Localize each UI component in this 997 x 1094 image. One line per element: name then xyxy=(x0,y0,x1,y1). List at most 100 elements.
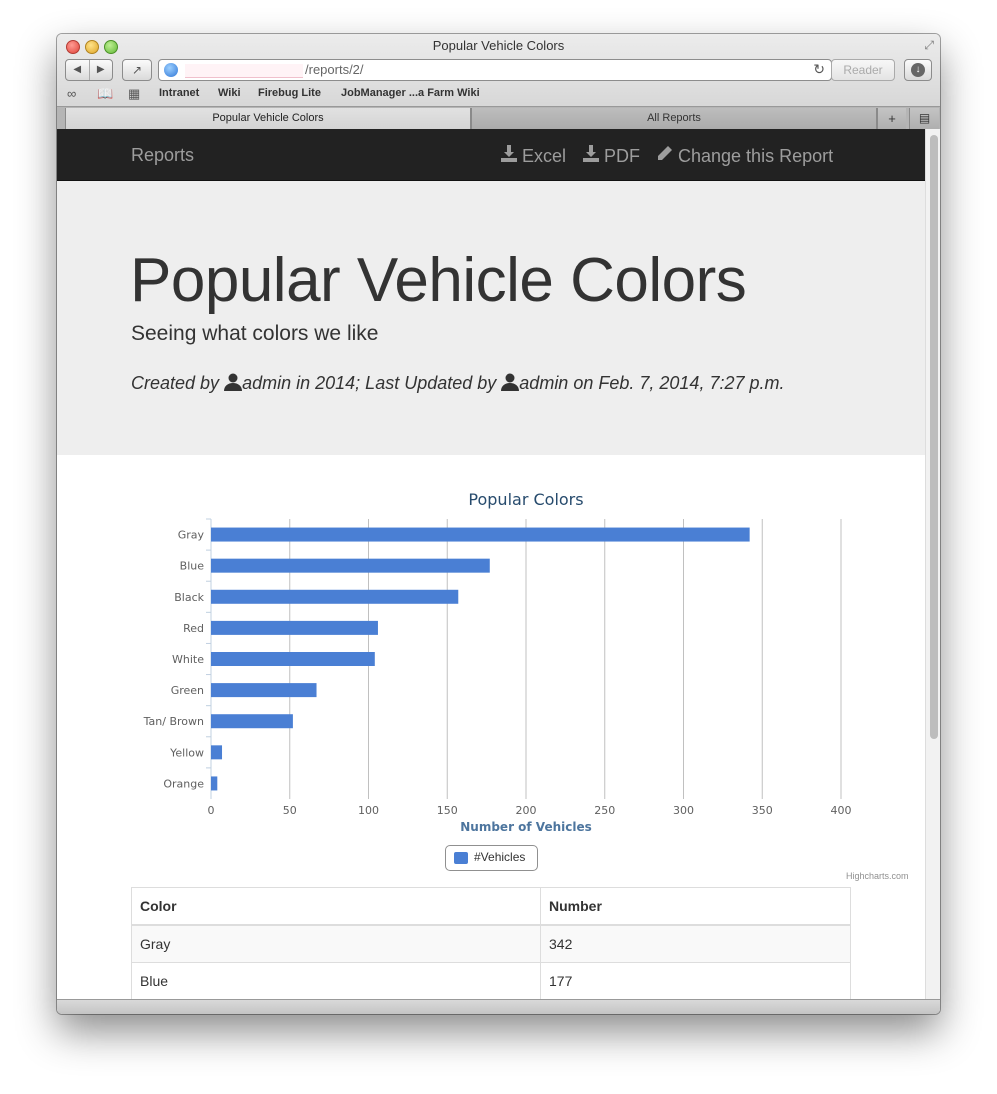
chart-legend-item[interactable]: #Vehicles xyxy=(445,845,538,871)
download-arrow-icon: ↓ xyxy=(911,63,925,77)
x-tick-label: 400 xyxy=(831,804,852,817)
y-category-label: Yellow xyxy=(169,746,204,759)
chart-svg: Popular Colors 0 50 100 150 200 250 300 350 400 Gr… xyxy=(143,490,852,834)
bar xyxy=(211,527,750,542)
bookmark-intranet[interactable]: Intranet xyxy=(159,87,199,99)
bookmark-wiki[interactable]: Wiki xyxy=(218,87,241,99)
chart-title: Popular Colors xyxy=(468,490,583,509)
y-category-label: Tan/ Brown xyxy=(143,715,204,728)
downloads-button[interactable]: ↓ xyxy=(904,59,932,81)
back-button[interactable]: ◀ xyxy=(66,60,90,80)
reading-list-icon[interactable]: ∞ xyxy=(67,86,76,101)
table-row: Blue 177 xyxy=(131,962,851,999)
y-category-label: Orange xyxy=(163,777,204,790)
report-header: Popular Vehicle Colors Seeing what color… xyxy=(57,181,925,455)
x-tick-label: 50 xyxy=(283,804,297,817)
scrollbar-thumb[interactable] xyxy=(930,135,938,739)
pencil-icon xyxy=(656,146,672,161)
y-category-label: Green xyxy=(171,684,204,697)
table-cell-number: 342 xyxy=(540,924,851,963)
bar xyxy=(211,745,223,760)
bar xyxy=(211,620,378,635)
x-tick-label: 350 xyxy=(752,804,773,817)
y-category-label: Black xyxy=(174,591,204,604)
legend-label: #Vehicles xyxy=(474,850,526,864)
x-axis-title: Number of Vehicles xyxy=(460,820,592,834)
bar xyxy=(211,714,293,729)
x-tick-label: 300 xyxy=(673,804,694,817)
y-category-label: Red xyxy=(183,622,204,635)
excel-label: Excel xyxy=(522,146,567,166)
title-bar: Popular Vehicle Colors ⤢ ◀ ▶ ↗ /reports/… xyxy=(57,34,940,130)
page-title: Popular Vehicle Colors xyxy=(130,246,747,315)
tab-popular-vehicle-colors[interactable]: Popular Vehicle Colors xyxy=(65,108,471,129)
data-table: Color Number Gray 342 Blue 177 xyxy=(131,887,851,999)
globe-icon xyxy=(164,63,178,77)
x-tick-label: 0 xyxy=(208,804,215,817)
reader-button[interactable]: Reader xyxy=(831,59,895,81)
updated-by-user: admin xyxy=(519,373,569,393)
table-row: Gray 342 xyxy=(131,924,851,963)
bar-chart: Popular Colors 0 50 100 150 200 250 300 350 400 Gr… xyxy=(131,487,909,887)
bookmarks-book-icon[interactable]: 📖 xyxy=(97,86,113,102)
download-icon xyxy=(501,145,517,162)
user-icon xyxy=(224,373,243,391)
table-cell-number: 177 xyxy=(540,962,851,999)
change-report-label: Change this Report xyxy=(678,146,834,166)
pdf-label: PDF xyxy=(604,146,640,166)
y-category-label: White xyxy=(172,653,204,666)
column-header-color: Color xyxy=(131,887,541,926)
top-sites-grid-icon[interactable]: ▦ xyxy=(128,86,140,102)
change-report-link[interactable]: Change this Report xyxy=(656,145,833,167)
table-header-row: Color Number xyxy=(131,887,851,926)
url-text: /reports/2/ xyxy=(305,62,364,77)
bar xyxy=(211,683,317,698)
updated-text: on Feb. 7, 2014, 7:27 p.m. xyxy=(573,373,785,393)
bar xyxy=(211,589,459,604)
created-by-user: admin xyxy=(242,373,292,393)
pdf-export-link[interactable]: PDF xyxy=(583,145,640,167)
data-table-wrapper: Color Number Gray 342 Blue 177 xyxy=(131,887,851,999)
page-subtitle: Seeing what colors we like xyxy=(131,322,379,345)
y-category-label: Blue xyxy=(180,560,205,573)
bookmark-firebug-lite[interactable]: Firebug Lite xyxy=(258,87,321,99)
bar xyxy=(211,776,218,791)
report-meta: Created by admin in 2014; Last Updated b… xyxy=(131,373,784,394)
navbar-brand[interactable]: Reports xyxy=(131,145,194,166)
page-viewport: Reports Excel PDF Change this Report Pop… xyxy=(57,129,925,999)
redacted-host xyxy=(185,64,303,78)
x-tick-label: 200 xyxy=(516,804,537,817)
bookmark-jobmanager[interactable]: JobManager ...a Farm Wiki xyxy=(341,87,480,99)
tab-overview-icon[interactable]: ▤ xyxy=(909,108,939,129)
user-icon xyxy=(501,373,520,391)
reload-icon[interactable]: ↻ xyxy=(813,61,825,78)
created-prefix: Created by xyxy=(131,373,220,393)
history-buttons: ◀ ▶ xyxy=(65,59,113,81)
vertical-scrollbar[interactable] xyxy=(925,129,940,999)
chart-credits[interactable]: Highcharts.com xyxy=(846,871,909,881)
excel-export-link[interactable]: Excel xyxy=(501,145,566,167)
x-tick-label: 250 xyxy=(594,804,615,817)
status-bar xyxy=(57,999,940,1014)
y-category-label: Gray xyxy=(178,529,205,542)
tab-bar: Popular Vehicle Colors All Reports + ▤ xyxy=(57,106,940,130)
bar xyxy=(211,652,375,666)
legend-swatch xyxy=(454,852,468,864)
x-tick-label: 150 xyxy=(437,804,458,817)
share-button[interactable]: ↗ xyxy=(122,59,152,81)
column-header-number: Number xyxy=(540,887,851,926)
created-year-text: in 2014; Last Updated by xyxy=(296,373,497,393)
window-title: Popular Vehicle Colors xyxy=(432,38,565,53)
top-navbar: Reports Excel PDF Change this Report xyxy=(57,129,925,181)
new-tab-plus-icon[interactable]: + xyxy=(877,108,906,129)
browser-window: Popular Vehicle Colors ⤢ ◀ ▶ ↗ /reports/… xyxy=(57,34,940,1014)
download-icon xyxy=(583,145,599,162)
bar xyxy=(211,558,490,573)
tab-all-reports[interactable]: All Reports xyxy=(471,108,877,129)
table-cell-color: Blue xyxy=(131,962,541,999)
address-bar[interactable]: /reports/2/ ↻ xyxy=(158,59,832,81)
forward-button[interactable]: ▶ xyxy=(90,60,113,80)
fullscreen-icon[interactable]: ⤢ xyxy=(924,38,934,53)
table-cell-color: Gray xyxy=(131,924,541,963)
x-tick-label: 100 xyxy=(358,804,379,817)
